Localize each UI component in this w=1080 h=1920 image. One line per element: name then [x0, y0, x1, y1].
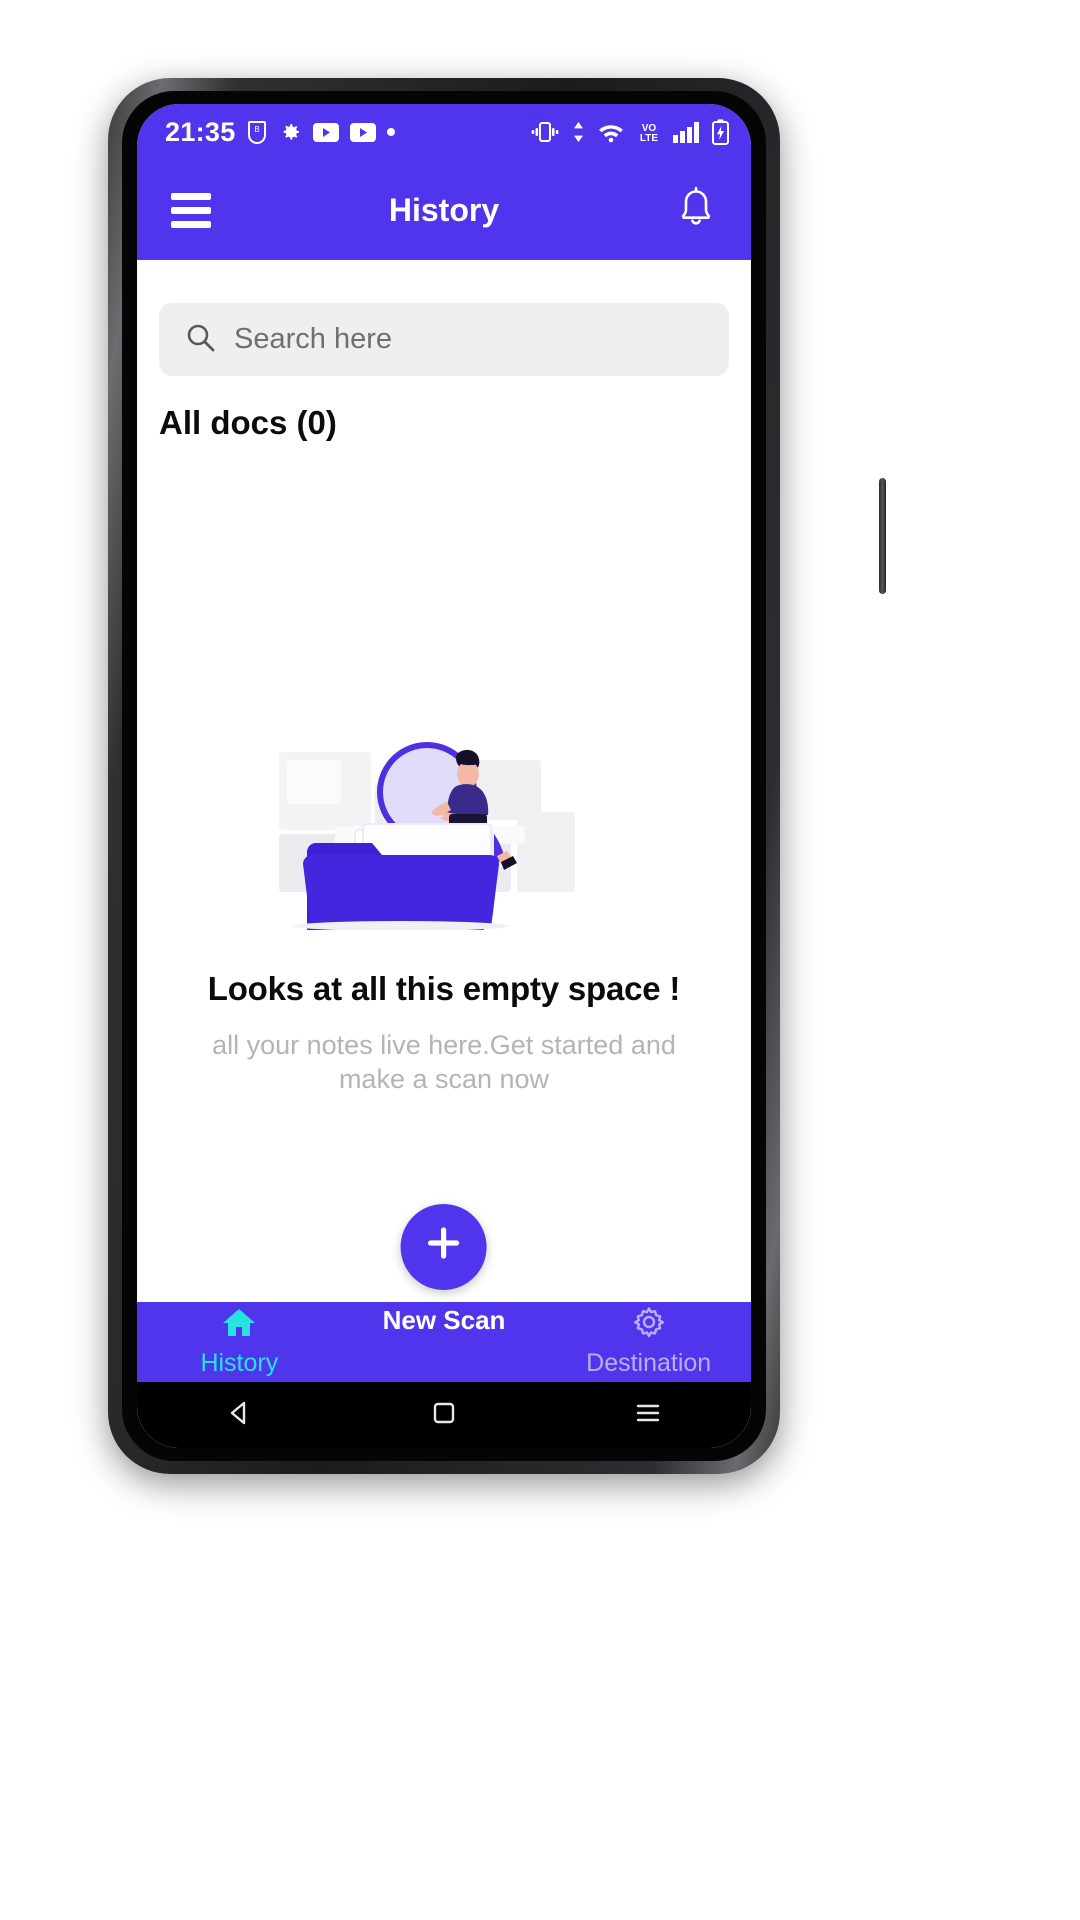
hamburger-menu-icon[interactable] — [171, 192, 211, 228]
back-triangle-icon[interactable] — [225, 1398, 255, 1433]
gear-icon — [631, 1306, 667, 1345]
empty-state-subtitle: all your notes live here.Get started and… — [212, 1030, 676, 1095]
svg-text:LTE: LTE — [640, 133, 658, 144]
empty-state-title: Looks at all this empty space ! — [207, 970, 681, 1007]
signal-bars-icon — [673, 121, 701, 143]
dot-icon — [386, 128, 395, 136]
phone-screen: 21:35 B VO LTE History Search here All d… — [137, 104, 751, 1448]
nav-label-destination: Destination — [586, 1349, 712, 1377]
status-bar-right: VO LTE — [530, 119, 729, 145]
recents-lines-icon[interactable] — [633, 1400, 663, 1431]
nav-label-history: History — [200, 1349, 279, 1377]
new-scan-label: New Scan — [382, 1305, 506, 1335]
search-placeholder: Search here — [234, 323, 392, 355]
youtube-icon — [312, 122, 339, 142]
status-bar: 21:35 B VO LTE — [137, 104, 751, 160]
vibrate-icon — [530, 120, 560, 144]
nav-item-history[interactable]: History — [137, 1306, 342, 1378]
volte-icon: VO LTE — [636, 120, 662, 144]
search-icon — [185, 322, 216, 358]
phone-frame: 21:35 B VO LTE History Search here All d… — [108, 78, 886, 1474]
phone-bezel: 21:35 B VO LTE History Search here All d… — [122, 91, 766, 1461]
page-title: History — [388, 191, 500, 228]
wifi-icon — [597, 121, 625, 143]
usb-icon: B — [247, 120, 267, 144]
main-content: Search here All docs (0) Looks at all th… — [137, 260, 751, 1448]
search-input[interactable]: Search here — [159, 303, 729, 376]
fab-ring — [391, 1195, 496, 1299]
home-square-icon[interactable] — [430, 1399, 458, 1432]
new-scan-fab-group: New Scan — [382, 1195, 506, 1336]
gear-icon — [278, 120, 302, 144]
empty-folder-illustration — [279, 730, 609, 931]
plus-icon — [422, 1221, 466, 1274]
status-bar-clock: 21:35 — [165, 116, 236, 147]
all-docs-heading: All docs (0) — [159, 404, 337, 441]
youtube-icon — [349, 122, 376, 142]
bell-icon[interactable] — [675, 185, 717, 236]
svg-text:B: B — [254, 125, 259, 134]
screenshot-root: 21:35 B VO LTE History Search here All d… — [0, 0, 1080, 1920]
app-bar: History — [137, 160, 751, 260]
battery-charging-icon — [712, 119, 729, 145]
android-navigation-bar — [137, 1382, 751, 1448]
new-scan-button[interactable] — [400, 1204, 487, 1290]
home-icon — [220, 1306, 258, 1345]
empty-state: Looks at all this empty space ! all your… — [137, 730, 751, 1096]
nav-item-destination[interactable]: Destination — [546, 1306, 751, 1378]
status-bar-left: 21:35 B — [165, 117, 395, 148]
phone-power-button[interactable] — [879, 478, 886, 594]
data-transfer-icon — [571, 120, 586, 144]
